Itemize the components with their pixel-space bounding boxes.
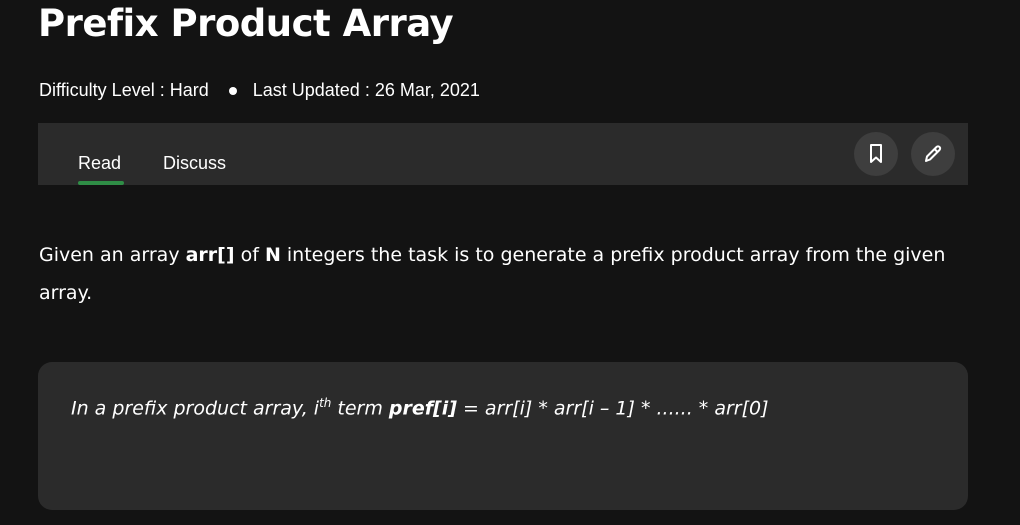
pencil-icon — [925, 145, 942, 162]
superscript: th — [319, 396, 332, 410]
n-term: N — [264, 244, 281, 266]
definition-formula: = arr[i] * arr[i – 1] * ...... * arr[0] — [456, 397, 769, 420]
tab-discuss[interactable]: Discuss — [163, 153, 226, 174]
definition-part: In a prefix product array, i — [71, 397, 320, 420]
definition-box: In a prefix product array, ith term pref… — [38, 362, 968, 510]
definition-part: term — [331, 397, 389, 420]
active-tab-indicator — [78, 181, 124, 185]
bookmark-button[interactable] — [854, 132, 898, 176]
tab-read[interactable]: Read — [78, 153, 121, 174]
article-meta: Difficulty Level : Hard Last Updated : 2… — [39, 80, 480, 101]
intro-paragraph: Given an array arr[] of N integers the t… — [39, 236, 974, 312]
last-updated: Last Updated : 26 Mar, 2021 — [252, 80, 480, 100]
bookmark-icon — [870, 144, 882, 163]
edit-button[interactable] — [911, 132, 955, 176]
separator-dot — [228, 86, 237, 95]
intro-text: of — [234, 244, 265, 266]
difficulty-level: Difficulty Level : Hard — [39, 80, 209, 100]
intro-text: Given an array — [39, 244, 186, 266]
article-tab-bar: Read Discuss — [38, 123, 968, 185]
page-title: Prefix Product Array — [38, 2, 454, 45]
pref-term: pref[i] — [388, 397, 457, 420]
arr-term: arr[] — [185, 244, 235, 266]
definition-text: In a prefix product array, ith term pref… — [71, 396, 769, 419]
